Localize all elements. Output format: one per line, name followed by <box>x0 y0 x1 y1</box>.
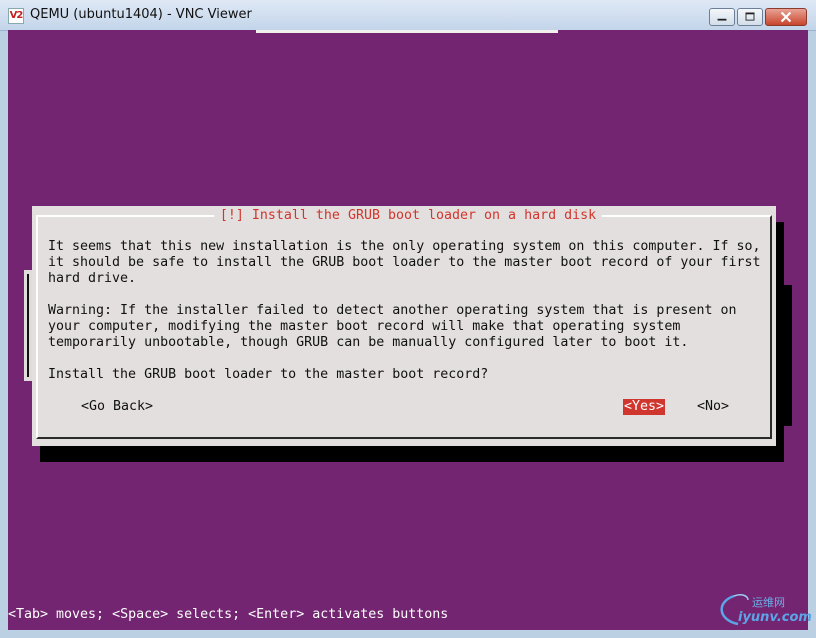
maximize-icon <box>745 12 755 21</box>
dialog-text-line: it should be safe to install the GRUB bo… <box>48 255 761 270</box>
dialog-question: Install the GRUB boot loader to the mast… <box>48 367 489 382</box>
yes-button[interactable]: <Yes> <box>623 399 666 415</box>
warning-text-line: Warning: If the installer failed to dete… <box>48 303 737 318</box>
dialog-text-line: hard drive. <box>48 271 137 286</box>
warning-text-line: your computer, modifying the master boot… <box>48 319 681 334</box>
warning-text-line: temporarily unbootable, though GRUB can … <box>48 335 689 350</box>
vnc-viewer-icon: V2 <box>8 8 24 24</box>
window-titlebar[interactable]: V2 QEMU (ubuntu1404) - VNC Viewer <box>0 0 816 31</box>
vnc-screen[interactable]: [!] Install the GRUB boot loader on a ha… <box>8 30 808 630</box>
close-button[interactable] <box>765 8 807 26</box>
background-shadow-fragment <box>784 285 792 426</box>
dialog-title-wrap: [!] Install the GRUB boot loader on a ha… <box>8 207 808 224</box>
background-window-edge <box>256 30 558 33</box>
minimize-button[interactable] <box>709 8 735 26</box>
maximize-button[interactable] <box>737 8 763 26</box>
dialog-title: [!] Install the GRUB boot loader on a ha… <box>213 208 603 223</box>
no-button[interactable]: <No> <box>696 399 730 415</box>
window-title: QEMU (ubuntu1404) - VNC Viewer <box>30 7 252 22</box>
dialog-text-line: It seems that this new installation is t… <box>48 239 761 254</box>
go-back-button[interactable]: <Go Back> <box>80 399 154 415</box>
close-icon <box>780 11 792 23</box>
minimize-icon <box>717 18 727 21</box>
keyboard-hint-bar: <Tab> moves; <Space> selects; <Enter> ac… <box>8 607 449 622</box>
